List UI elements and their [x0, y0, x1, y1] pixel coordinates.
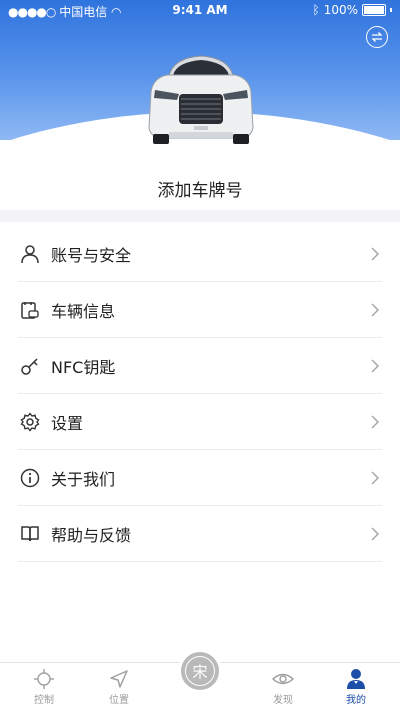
gear-icon: [19, 411, 41, 433]
tab-label: 位置: [109, 695, 129, 706]
battery-text: 100%: [323, 3, 358, 17]
menu-item-label: 关于我们: [51, 469, 116, 489]
tab-control[interactable]: 控制: [14, 667, 74, 706]
tab-label: 控制: [34, 695, 54, 706]
menu-item-label: 车辆信息: [51, 301, 116, 321]
book-icon: [19, 523, 41, 545]
bottom-tab-bar: 控制 位置 宋 发现 我的: [0, 649, 400, 712]
switch-vehicle-button[interactable]: [366, 26, 388, 48]
chevron-right-icon: [371, 302, 380, 317]
battery-status: ᛒ 100%: [312, 3, 392, 17]
menu-item-account-security[interactable]: 账号与安全: [18, 226, 382, 282]
location-icon: [89, 667, 149, 691]
bluetooth-icon: ᛒ: [312, 3, 320, 17]
key-icon: [19, 355, 41, 377]
menu-item-vehicle-info[interactable]: 车辆信息: [18, 282, 382, 338]
tab-label: 我的: [346, 695, 366, 706]
chevron-right-icon: [371, 414, 380, 429]
menu-item-settings[interactable]: 设置: [18, 394, 382, 450]
tab-discover[interactable]: 发现: [253, 667, 313, 706]
chevron-right-icon: [371, 358, 380, 373]
chevron-right-icon: [371, 246, 380, 261]
person-icon: [19, 243, 41, 265]
car-image: [148, 55, 254, 144]
tab-profile[interactable]: 我的: [326, 667, 386, 706]
vehicle-info-icon: [19, 299, 41, 321]
center-song-button[interactable]: 宋: [178, 649, 222, 693]
menu-item-label: 帮助与反馈: [51, 525, 132, 545]
control-icon: [14, 667, 74, 691]
profile-icon: [326, 667, 386, 691]
song-logo-icon: 宋: [185, 656, 215, 686]
chevron-right-icon: [371, 470, 380, 485]
info-icon: [19, 467, 41, 489]
swap-icon: [371, 32, 383, 42]
status-bar: ●●●●○ 中国电信 ◠ 9:41 AM ᛒ 100%: [0, 0, 400, 20]
menu-item-help-feedback[interactable]: 帮助与反馈: [18, 506, 382, 562]
menu-item-label: 账号与安全: [51, 245, 132, 265]
menu-item-nfc-key[interactable]: NFC钥匙: [18, 338, 382, 394]
profile-header: ●●●●○ 中国电信 ◠ 9:41 AM ᛒ 100% 添加车牌号: [0, 0, 400, 210]
menu-item-label: NFC钥匙: [51, 357, 116, 377]
settings-menu: 账号与安全 车辆信息 NFC钥匙 设置 关于我们 帮助与反馈: [0, 222, 400, 662]
menu-item-about-us[interactable]: 关于我们: [18, 450, 382, 506]
tab-label: 发现: [273, 695, 293, 706]
eye-icon: [253, 667, 313, 691]
add-plate-button[interactable]: 添加车牌号: [0, 176, 400, 201]
tab-location[interactable]: 位置: [89, 667, 149, 706]
chevron-right-icon: [371, 526, 380, 541]
menu-item-label: 设置: [51, 413, 84, 433]
battery-icon: [362, 4, 386, 16]
